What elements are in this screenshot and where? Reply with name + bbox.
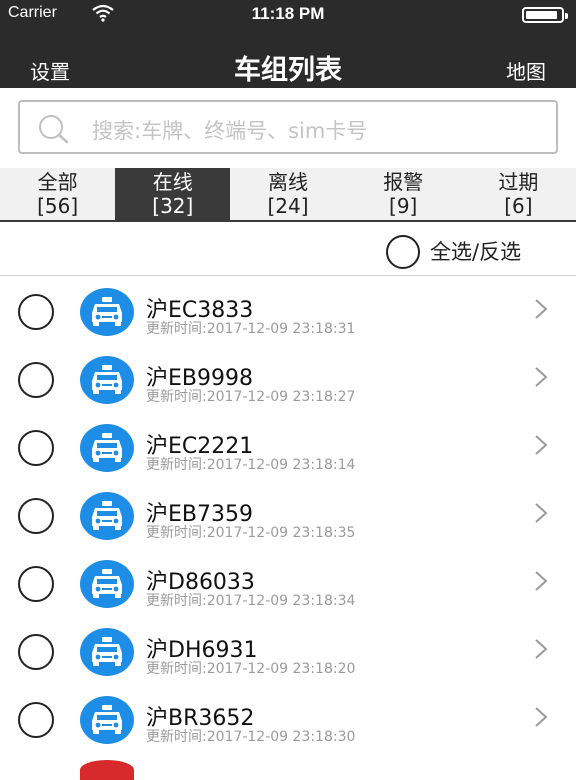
vehicle-select-radio[interactable] [18,430,54,466]
vehicle-row[interactable]: 沪EB7359 更新时间:2017-12-09 23:18:35 [0,480,576,548]
chevron-right-icon[interactable] [530,434,552,456]
status-bar: Carrier 11:18 PM [0,0,576,28]
tab-count: [56] [37,194,79,218]
select-all-radio[interactable] [386,235,420,269]
search-input[interactable]: 搜索:车牌、终端号、sim卡号 [18,100,558,154]
chevron-right-icon[interactable] [530,502,552,524]
tab-count: [6] [504,194,533,218]
vehicle-update-time: 更新时间:2017-12-09 23:18:27 [146,389,356,405]
chevron-right-icon[interactable] [530,570,552,592]
status-tabs: 全部 [56] 在线 [32] 离线 [24] 报警 [9] 过期 [6] [0,168,576,222]
chevron-right-icon[interactable] [530,298,552,320]
chevron-right-icon[interactable] [530,706,552,728]
select-all-label[interactable]: 全选/反选 [430,236,521,266]
tab-label: 过期 [498,170,539,194]
car-icon [80,356,134,404]
search-placeholder: 搜索:车牌、终端号、sim卡号 [92,119,368,143]
tab-3[interactable]: 报警 [9] [346,168,461,220]
vehicle-update-time: 更新时间:2017-12-09 23:18:30 [146,729,356,745]
battery-icon [522,7,568,23]
tab-count: [32] [152,194,194,218]
vehicle-update-time: 更新时间:2017-12-09 23:18:31 [146,321,356,337]
nav-bar: 设置 车组列表 地图 [0,28,576,88]
car-icon [80,288,134,336]
tab-2[interactable]: 离线 [24] [230,168,345,220]
car-icon [80,424,134,472]
vehicle-row[interactable]: 沪EB9998 更新时间:2017-12-09 23:18:27 [0,344,576,412]
vehicle-select-radio[interactable] [18,498,54,534]
vehicle-row[interactable]: 沪EC3833 更新时间:2017-12-09 23:18:31 [0,276,576,344]
status-time: 11:18 PM [251,4,325,23]
search-section: 搜索:车牌、终端号、sim卡号 [0,88,576,168]
tab-count: [9] [389,194,418,218]
vehicle-update-time: 更新时间:2017-12-09 23:18:14 [146,457,356,473]
tab-label: 全部 [37,170,78,194]
vehicle-row[interactable]: 沪EC2221 更新时间:2017-12-09 23:18:14 [0,412,576,480]
chevron-right-icon[interactable] [530,366,552,388]
vehicle-row[interactable]: 沪DH6931 更新时间:2017-12-09 23:18:20 [0,616,576,684]
vehicle-row[interactable]: 沪D86033 更新时间:2017-12-09 23:18:34 [0,548,576,616]
car-icon [80,560,134,608]
vehicle-row[interactable]: 沪BR3652 更新时间:2017-12-09 23:18:30 [0,684,576,752]
vehicle-list: 沪EC3833 更新时间:2017-12-09 23:18:31 沪EB9998 更新… [0,276,576,768]
vehicle-select-radio[interactable] [18,702,54,738]
vehicle-update-time: 更新时间:2017-12-09 23:18:35 [146,525,356,541]
car-icon [80,628,134,676]
tab-label: 离线 [268,170,308,194]
map-button[interactable]: 地图 [506,56,546,85]
tab-label: 在线 [152,170,193,194]
tab-label: 报警 [383,170,424,194]
tab-4[interactable]: 过期 [6] [461,168,576,220]
chevron-right-icon[interactable] [530,638,552,660]
tab-count: [24] [267,194,309,218]
vehicle-update-time: 更新时间:2017-12-09 23:18:34 [146,593,356,609]
select-all-row[interactable]: 全选/反选 [0,222,576,276]
tab-1[interactable]: 在线 [32] [115,168,231,220]
vehicle-select-radio[interactable] [18,294,54,330]
vehicle-update-time: 更新时间:2017-12-09 23:18:20 [146,661,356,677]
vehicle-select-radio[interactable] [18,634,54,670]
car-icon [80,492,134,540]
page-title: 车组列表 [234,55,342,86]
vehicle-select-radio[interactable] [18,362,54,398]
car-icon [80,696,134,744]
search-icon [39,115,69,144]
tab-0[interactable]: 全部 [56] [0,168,115,220]
alarm-car-icon [80,760,134,780]
vehicle-select-radio[interactable] [18,566,54,602]
